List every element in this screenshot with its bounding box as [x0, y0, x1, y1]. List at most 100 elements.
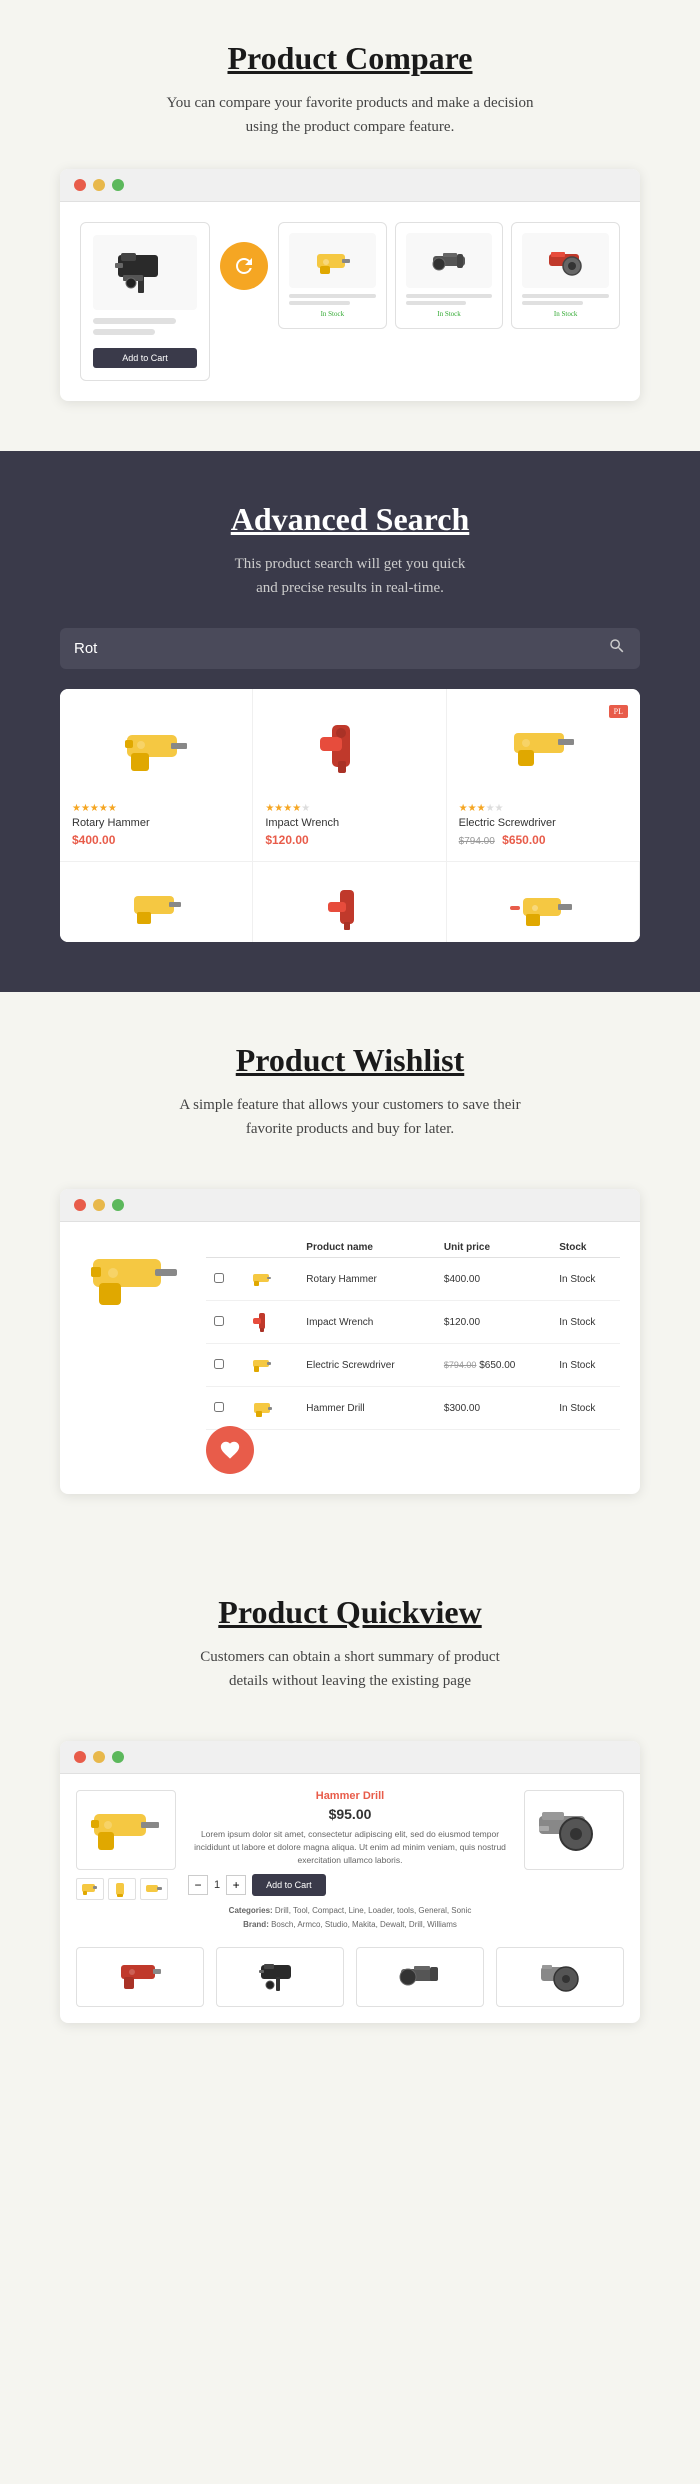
search-results-grid: ★★★★★ Rotary Hammer $400.00 ★★★★★ Impact… — [60, 689, 640, 862]
item-2-thumb — [248, 1308, 276, 1336]
section-search: Advanced Search This product search will… — [0, 451, 700, 992]
compare-subtitle: You can compare your favorite products a… — [60, 91, 640, 139]
partial-tool-2-icon — [322, 886, 377, 931]
table-row: Electric Screwdriver $794.00 $650.00 In … — [206, 1344, 620, 1387]
quantity-increase-button[interactable]: + — [226, 1875, 246, 1895]
circular-saw-icon — [546, 242, 586, 280]
bottom-product-3 — [356, 1947, 484, 2007]
quickview-browser-bar — [60, 1741, 640, 1774]
impact-wrench-name: Impact Wrench — [265, 817, 433, 829]
quickview-product-name: Hammer Drill — [188, 1790, 512, 1802]
heart-button[interactable] — [206, 1426, 254, 1474]
compare-main-product: Add to Cart — [80, 222, 210, 381]
compare-browser-mockup: Add to Cart — [60, 169, 640, 401]
dot-yellow-2 — [93, 1199, 105, 1211]
search-result-rotary-hammer[interactable]: ★★★★★ Rotary Hammer $400.00 — [60, 689, 253, 862]
quickview-product-price: $95.00 — [188, 1806, 512, 1822]
row-checkbox-2[interactable] — [214, 1316, 224, 1326]
wishlist-item-1-name: Rotary Hammer — [298, 1258, 436, 1301]
wishlist-main-image — [80, 1238, 190, 1318]
search-input[interactable] — [74, 628, 608, 669]
electric-screwdriver-stars: ★★★★★ — [459, 803, 628, 814]
wishlist-col-checkbox — [206, 1238, 240, 1258]
search-partial-2 — [253, 862, 446, 942]
quantity-value: 1 — [214, 1879, 220, 1891]
wishlist-drill-icon — [85, 1241, 185, 1316]
add-to-cart-button[interactable]: Add to Cart — [252, 1874, 326, 1896]
electric-screwdriver-name: Electric Screwdriver — [459, 817, 628, 829]
electric-screwdriver-image: PL — [459, 705, 628, 795]
wishlist-item-2-price: $120.00 — [436, 1301, 551, 1344]
quickview-content: Hammer Drill $95.00 Lorem ipsum dolor si… — [60, 1774, 640, 1947]
main-product-image — [93, 235, 197, 310]
dot-green — [112, 179, 124, 191]
partial-3-img — [459, 878, 627, 938]
search-title: Advanced Search — [60, 501, 640, 538]
grinder-image — [406, 233, 493, 288]
bottom-grinder-icon — [398, 1957, 443, 1997]
search-subtitle: This product search will get you quickan… — [60, 552, 640, 600]
search-result-impact-wrench[interactable]: ★★★★★ Impact Wrench $120.00 — [253, 689, 446, 862]
quickview-thumb-3[interactable] — [140, 1878, 168, 1900]
section-compare: Product Compare You can compare your fav… — [0, 0, 700, 451]
wishlist-title: Product Wishlist — [60, 1042, 640, 1079]
compare-product-grinder: In Stock — [395, 222, 504, 329]
quickview-quantity: − 1 + Add to Cart — [188, 1874, 512, 1896]
compare-arrow — [220, 242, 268, 290]
search-input-wrap[interactable] — [60, 628, 640, 669]
compare-content: Add to Cart — [60, 202, 640, 401]
search-partial-3 — [447, 862, 640, 942]
grinder-stock: In Stock — [406, 310, 493, 318]
wishlist-item-4-stock: In Stock — [551, 1387, 620, 1430]
wishlist-browser-mockup: Product name Unit price Stock — [60, 1189, 640, 1494]
impact-wrench-stars: ★★★★★ — [265, 803, 433, 814]
wishlist-col-img — [240, 1238, 298, 1258]
quickview-left-panel — [76, 1790, 176, 1900]
quickview-right-panel — [524, 1790, 624, 1870]
quickview-title: Product Quickview — [60, 1594, 640, 1631]
impact-wrench-icon — [312, 715, 387, 785]
circular-saw-large-icon — [534, 1798, 614, 1863]
refresh-icon[interactable] — [220, 242, 268, 290]
row-checkbox-4[interactable] — [214, 1402, 224, 1412]
row-checkbox-1[interactable] — [214, 1273, 224, 1283]
row-checkbox-3[interactable] — [214, 1359, 224, 1369]
quickview-product-description: Lorem ipsum dolor sit amet, consectetur … — [188, 1828, 512, 1866]
drill-text — [289, 294, 376, 305]
partial-sale-badge — [510, 906, 520, 910]
wishlist-item-1-price: $400.00 — [436, 1258, 551, 1301]
dot-yellow-3 — [93, 1751, 105, 1763]
bottom-drill-icon — [118, 1957, 163, 1997]
wishlist-item-3-price: $794.00 $650.00 — [436, 1344, 551, 1387]
wishlist-item-3-stock: In Stock — [551, 1344, 620, 1387]
quickview-thumb-1[interactable] — [76, 1878, 104, 1900]
quickview-thumb-2[interactable] — [108, 1878, 136, 1900]
impact-wrench-image — [265, 705, 433, 795]
sale-badge: PL — [609, 705, 628, 718]
dot-green-2 — [112, 1199, 124, 1211]
electric-screwdriver-icon — [506, 715, 581, 785]
impact-wrench-price: $120.00 — [265, 833, 433, 847]
rotary-hammer-stars: ★★★★★ — [72, 803, 240, 814]
search-icon — [608, 637, 626, 660]
wishlist-browser-bar — [60, 1189, 640, 1222]
item-3-thumb — [248, 1351, 276, 1379]
dot-red-2 — [74, 1199, 86, 1211]
circular-saw-stock: In Stock — [522, 310, 609, 318]
wishlist-content: Product name Unit price Stock — [60, 1222, 640, 1446]
compare-other-products: In Stock — [278, 222, 620, 329]
quickview-main-image — [76, 1790, 176, 1870]
quantity-decrease-button[interactable]: − — [188, 1875, 208, 1895]
section-wishlist: Product Wishlist A simple feature that a… — [0, 992, 700, 1544]
quickview-subtitle: Customers can obtain a short summary of … — [60, 1645, 640, 1693]
search-partial-1 — [60, 862, 253, 942]
bottom-product-1 — [76, 1947, 204, 2007]
dot-red-3 — [74, 1751, 86, 1763]
jigsaw-icon — [113, 245, 178, 300]
drill-icon — [312, 242, 352, 280]
quickview-center-panel: Hammer Drill $95.00 Lorem ipsum dolor si… — [188, 1790, 512, 1931]
search-result-electric-screwdriver[interactable]: PL ★★★★★ Electric Screwdriver $794.00 $6… — [447, 689, 640, 862]
wishlist-table: Product name Unit price Stock — [206, 1238, 620, 1430]
add-to-cart-button[interactable]: Add to Cart — [93, 348, 197, 368]
rotary-hammer-image — [72, 705, 240, 795]
